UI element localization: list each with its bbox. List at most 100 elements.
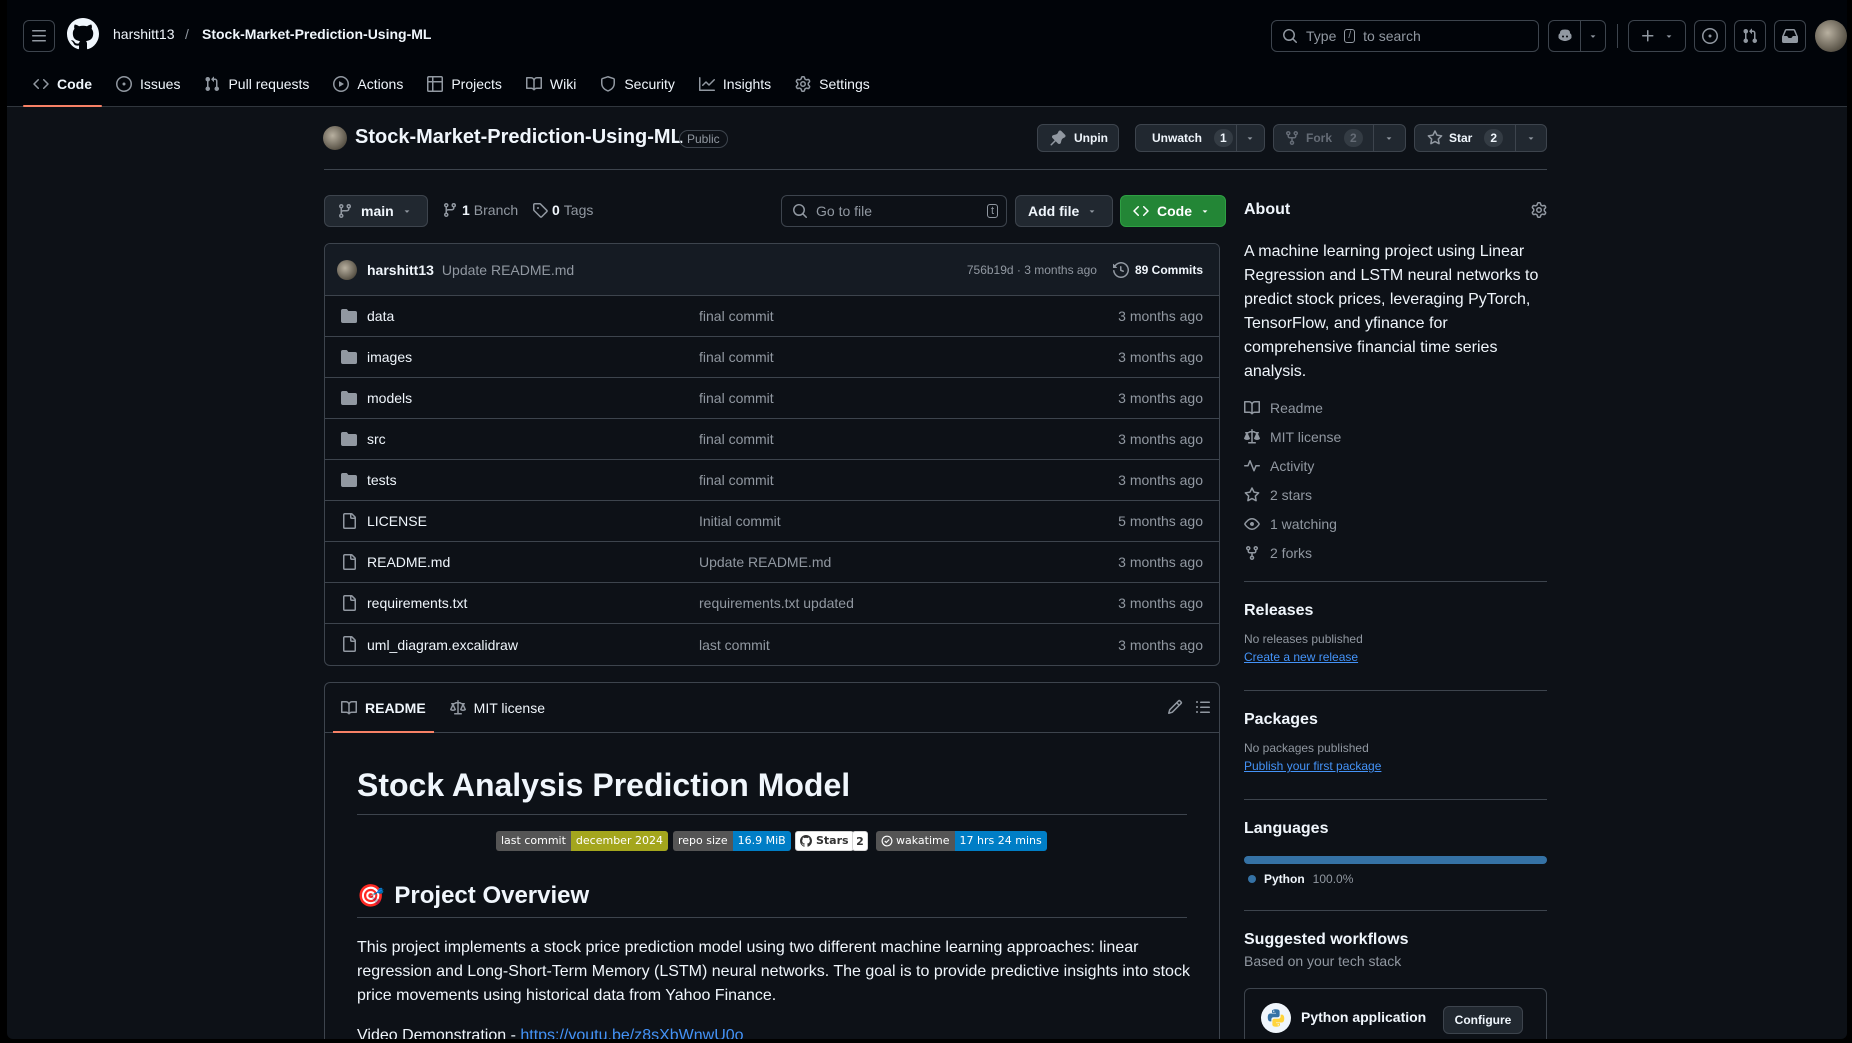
configure-button[interactable]: Configure (1443, 1006, 1523, 1034)
branch-name: main (361, 203, 394, 219)
copilot-button[interactable] (1548, 20, 1606, 52)
tab-readme-label: README (365, 699, 426, 716)
tab-settings[interactable]: Settings (785, 68, 880, 100)
releases-title[interactable]: Releases (1244, 602, 1363, 620)
tab-wiki[interactable]: Wiki (516, 68, 586, 100)
repo-title[interactable]: Stock-Market-Prediction-Using-ML (355, 126, 683, 149)
chevron-down-icon[interactable] (1374, 133, 1405, 143)
file-name[interactable]: models (367, 390, 412, 406)
about-link[interactable]: Readme (1244, 400, 1323, 416)
file-name[interactable]: images (367, 349, 412, 365)
tab-code[interactable]: Code (23, 68, 102, 107)
about-link[interactable]: 1 watching (1244, 516, 1337, 532)
create-release-link[interactable]: Create a new release (1244, 650, 1363, 664)
file-row[interactable]: images final commit 3 months ago (325, 337, 1219, 378)
about-link[interactable]: 2 stars (1244, 487, 1312, 503)
file-row[interactable]: uml_diagram.excalidraw last commit 3 month… (325, 624, 1219, 665)
tab-license[interactable]: MIT license (442, 684, 553, 732)
outline-button[interactable] (1195, 699, 1211, 715)
wakatime-badge[interactable]: wakatime 17 hrs 24 mins (876, 831, 1047, 851)
about-link[interactable]: MIT license (1244, 429, 1341, 445)
tab-issues[interactable]: Issues (106, 68, 190, 100)
file-commit-message[interactable]: requirements.txt updated (699, 595, 854, 611)
file-row[interactable]: requirements.txt requirements.txt updated… (325, 583, 1219, 624)
branch-select[interactable]: main (324, 195, 428, 227)
tab-actions[interactable]: Actions (323, 68, 413, 100)
about-link[interactable]: 2 forks (1244, 545, 1312, 561)
add-file-button[interactable]: Add file (1015, 195, 1113, 227)
file-name[interactable]: tests (367, 472, 397, 488)
file-name[interactable]: README.md (367, 554, 450, 570)
file-row[interactable]: data final commit 3 months ago (325, 296, 1219, 337)
file-commit-message[interactable]: final commit (699, 472, 774, 488)
hamburger-menu-button[interactable] (23, 20, 55, 52)
chevron-down-icon[interactable] (1516, 133, 1546, 143)
breadcrumb-repo[interactable]: Stock-Market-Prediction-Using-ML (202, 26, 431, 42)
file-row[interactable]: src final commit 3 months ago (325, 419, 1219, 460)
chevron-down-icon[interactable] (1237, 133, 1264, 143)
inbox-button[interactable] (1774, 20, 1806, 52)
last-commit-badge[interactable]: last commit december 2024 (496, 831, 668, 851)
commit-author[interactable]: harshitt13 (367, 262, 434, 278)
pull-requests-shortcut-button[interactable] (1734, 20, 1766, 52)
commit-message[interactable]: Update README.md (442, 262, 574, 278)
tab-insights[interactable]: Insights (689, 68, 781, 100)
issues-shortcut-button[interactable] (1694, 20, 1726, 52)
list-icon (1196, 701, 1210, 713)
commits-link[interactable]: 89 Commits (1112, 261, 1203, 278)
gear-icon[interactable] (1531, 202, 1547, 218)
video-link[interactable]: https://youtu.be/z8sXbWnwU0o (520, 1027, 743, 1039)
workflow-name[interactable]: Python application (1301, 1009, 1426, 1025)
go-to-file-input[interactable]: Go to file t (781, 195, 1007, 227)
about-link[interactable]: Activity (1244, 458, 1314, 474)
file-commit-message[interactable]: last commit (699, 637, 770, 653)
file-icon (341, 513, 357, 529)
breadcrumb-owner[interactable]: harshitt13 (113, 26, 174, 42)
search-input[interactable]: Type / to search (1271, 20, 1539, 52)
stars-badge[interactable]: Stars (795, 831, 854, 851)
file-commit-message[interactable]: Initial commit (699, 513, 781, 529)
tags-link[interactable]: 0 Tags (532, 202, 593, 218)
stars-count-badge[interactable]: 2 (852, 831, 868, 851)
packages-title[interactable]: Packages (1244, 711, 1381, 729)
publish-package-link[interactable]: Publish your first package (1244, 759, 1381, 773)
tab-projects[interactable]: Projects (417, 68, 512, 100)
tab-readme[interactable]: README (333, 684, 434, 733)
file-row[interactable]: LICENSE Initial commit 5 months ago (325, 501, 1219, 542)
commit-hash-time[interactable]: 756b19d · 3 months ago (967, 263, 1097, 277)
star-button[interactable]: Star 2 (1414, 124, 1547, 152)
file-commit-message[interactable]: final commit (699, 308, 774, 324)
fork-button[interactable]: Fork 2 (1273, 124, 1406, 152)
owner-avatar[interactable] (323, 126, 347, 150)
file-row[interactable]: README.md Update README.md 3 months ago (325, 542, 1219, 583)
user-avatar[interactable] (1815, 20, 1847, 52)
readme-title: Stock Analysis Prediction Model (357, 767, 851, 803)
branches-link[interactable]: 1 Branch (442, 202, 518, 218)
file-name[interactable]: uml_diagram.excalidraw (367, 637, 518, 653)
commit-author-avatar[interactable] (337, 259, 357, 280)
tab-actions-label: Actions (357, 76, 404, 92)
file-name[interactable]: LICENSE (367, 513, 427, 529)
file-commit-message[interactable]: Update README.md (699, 554, 831, 570)
repo-size-badge[interactable]: repo size 16.9 MiB (673, 831, 791, 851)
unwatch-button[interactable]: Unwatch 1 (1135, 124, 1265, 152)
unpin-button[interactable]: Unpin (1037, 124, 1119, 152)
file-row[interactable]: tests final commit 3 months ago (325, 460, 1219, 501)
file-commit-message[interactable]: final commit (699, 390, 774, 406)
chevron-down-icon[interactable] (1581, 31, 1605, 41)
file-commit-message[interactable]: final commit (699, 349, 774, 365)
create-new-button[interactable] (1628, 20, 1686, 52)
tab-pull-requests[interactable]: Pull requests (194, 68, 319, 100)
language-percent: 100.0% (1312, 872, 1354, 886)
file-commit-message[interactable]: final commit (699, 431, 774, 447)
file-row[interactable]: models final commit 3 months ago (325, 378, 1219, 419)
tab-security[interactable]: Security (590, 68, 685, 100)
edit-readme-button[interactable] (1167, 699, 1183, 715)
file-name[interactable]: src (367, 431, 386, 447)
language-item-python[interactable]: Python 100.0% (1244, 872, 1547, 886)
file-name[interactable]: requirements.txt (367, 595, 467, 611)
file-name[interactable]: data (367, 308, 394, 324)
global-header: harshitt13 / Stock-Market-Prediction-Usi… (7, 0, 1847, 107)
github-logo-icon[interactable] (67, 18, 99, 50)
code-dropdown-button[interactable]: Code (1120, 195, 1226, 227)
